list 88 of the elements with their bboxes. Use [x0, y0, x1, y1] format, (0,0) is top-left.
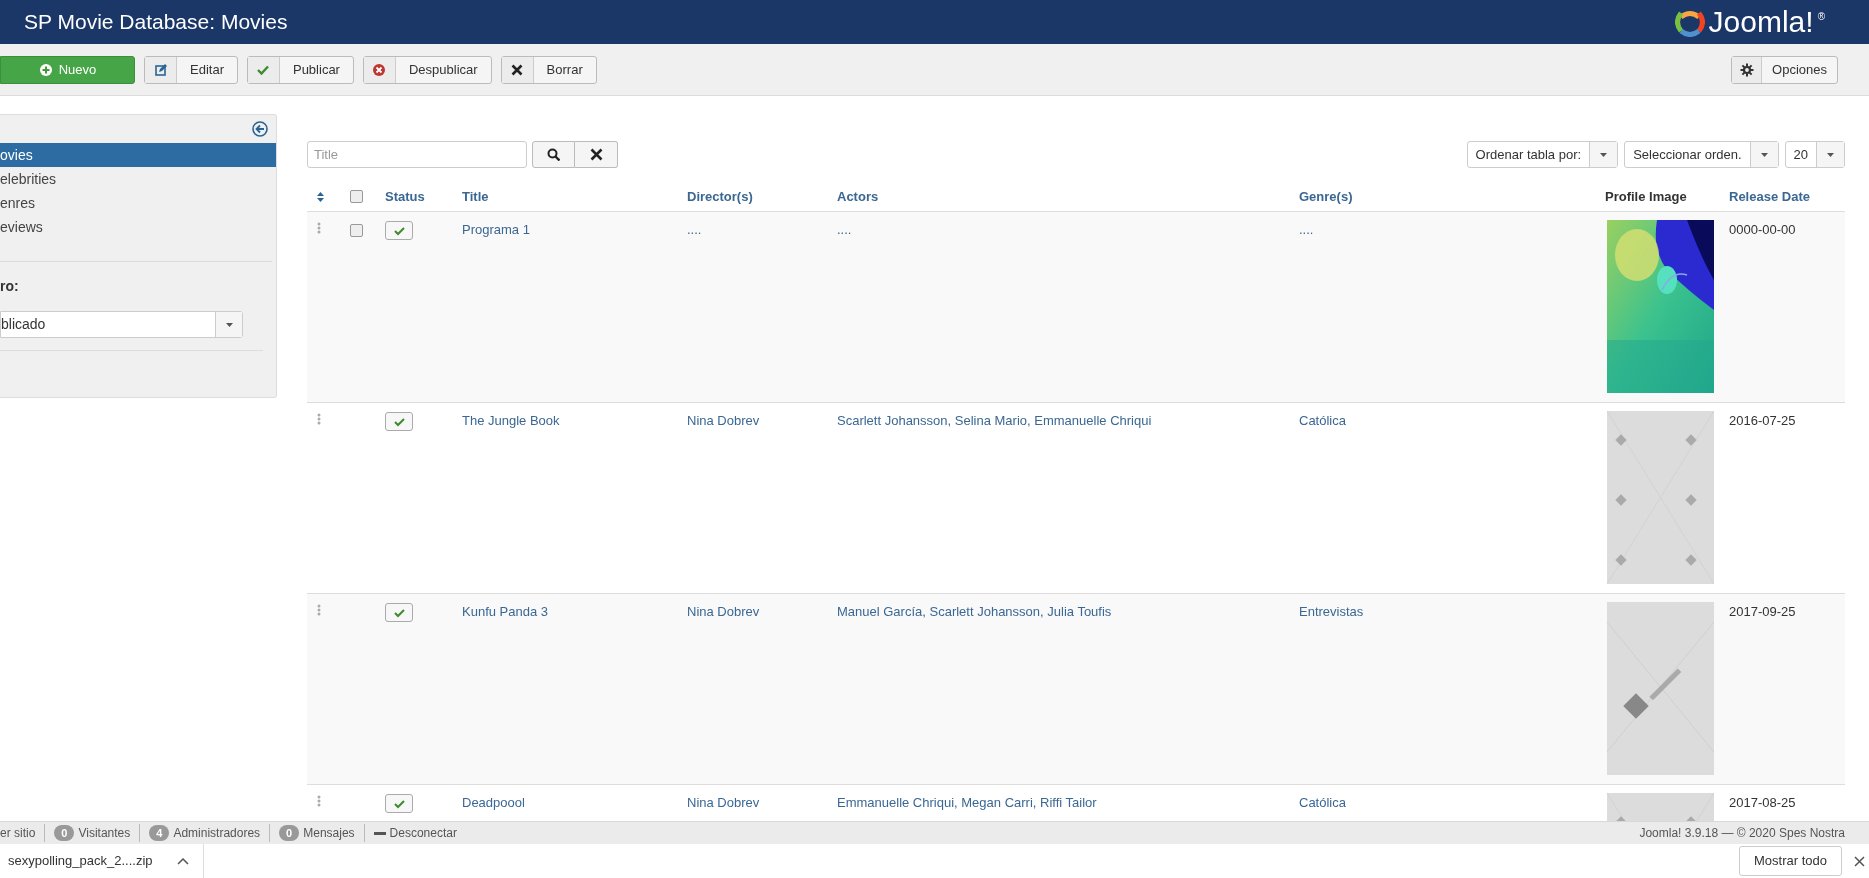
drag-handle-icon [317, 604, 321, 616]
close-icon [589, 148, 603, 161]
search-button[interactable] [532, 141, 575, 168]
movie-name-link[interactable]: Programa 1 [462, 222, 530, 237]
show-all-button[interactable]: Mostrar todo [1739, 846, 1842, 876]
check-icon [393, 225, 405, 236]
sort-select[interactable]: 20 [1784, 141, 1845, 168]
clear-button[interactable] [575, 141, 618, 168]
footer-label[interactable]: Visitantes [78, 824, 131, 842]
column-header-link[interactable]: Status [385, 188, 425, 204]
caret-icon [1600, 152, 1608, 157]
check-icon [393, 607, 405, 618]
footer-link[interactable]: Desconectar [389, 824, 457, 842]
footer-link[interactable]: er sitio [0, 824, 36, 842]
edit-icon [153, 62, 168, 77]
logo-text: Joomla! [1708, 7, 1814, 37]
status-toggle[interactable] [385, 603, 413, 622]
status-toggle[interactable] [385, 794, 413, 813]
sort-icon [317, 191, 324, 202]
filter-select[interactable]: blicado [0, 311, 243, 338]
filter-label: ro: [0, 277, 20, 296]
registered-mark: ® [1817, 10, 1825, 24]
drag-handle-icon [317, 795, 321, 807]
sort-select[interactable]: Seleccionar orden. [1624, 141, 1779, 168]
page-title: SP Movie Database: Movies [24, 9, 288, 36]
table-cell: 2017-09-25 [1729, 604, 1796, 619]
caret-icon [1827, 152, 1834, 157]
table-cell: Entrevistas [1299, 604, 1364, 619]
drag-handle-icon [317, 222, 321, 234]
column-header-link[interactable]: Director(s) [687, 188, 753, 204]
table-cell: Nina Dobrev [687, 795, 760, 810]
collapse-arrow-icon [252, 121, 268, 137]
settings-icon [1739, 62, 1754, 77]
minus-icon [373, 831, 386, 835]
column-header-link[interactable]: Genre(s) [1299, 188, 1353, 204]
checkbox[interactable] [350, 224, 363, 237]
table-cell: .... [837, 222, 852, 237]
table-cell: 2016-07-25 [1729, 413, 1796, 428]
footer-label[interactable]: Administradores [173, 824, 261, 842]
checkbox[interactable] [350, 190, 363, 203]
plus-circle-icon [38, 62, 53, 77]
version-text: Joomla! 3.9.18 — © 2020 Spes Nostra [1639, 825, 1845, 842]
download-item[interactable]: sexypolling_pack_2....zip [0, 844, 204, 878]
table-cell: Manuel García, Scarlett Johansson, Julia Toufis [837, 604, 1112, 619]
table-cell: 2017-08-25 [1729, 795, 1796, 810]
movie-name-link[interactable]: Kunfu Panda 3 [462, 604, 549, 619]
options-button[interactable]: Opciones [1731, 55, 1838, 84]
table-cell: Emmanuelle Chriqui, Megan Carri, Riffi Tailor [837, 795, 1097, 810]
sort-select[interactable]: Ordenar tabla por: [1466, 141, 1619, 168]
table-cell: Católica [1299, 795, 1346, 810]
table-cell: .... [1299, 222, 1314, 237]
table-cell: Scarlett Johansson, Selina Mario, Emmanuelle Chriqui [837, 413, 1152, 428]
column-header-link[interactable]: Title [462, 188, 489, 204]
count-badge: 0 [279, 825, 300, 841]
table-cell: Nina Dobrev [687, 604, 760, 619]
caret-icon [225, 322, 233, 327]
close-icon [1854, 855, 1865, 867]
caret-up-icon [176, 857, 189, 865]
column-header: Profile Image [1605, 188, 1687, 204]
sidebar-item[interactable]: ovies [0, 143, 276, 167]
check-icon [393, 416, 405, 427]
status-toggle[interactable] [385, 221, 413, 240]
close-icon [510, 62, 525, 77]
toolbar-button[interactable]: Editar [144, 55, 238, 84]
search-icon [547, 148, 560, 161]
toolbar-button[interactable]: Publicar [246, 55, 354, 84]
column-header-link[interactable]: Release Date [1729, 188, 1810, 204]
sidebar-item[interactable]: enres [0, 191, 276, 215]
check-icon [393, 798, 405, 809]
search-field[interactable]: Title [307, 141, 527, 168]
movie-name-link[interactable]: The Jungle Book [462, 413, 560, 428]
table-cell: 0000-00-00 [1729, 222, 1796, 237]
toolbar-button[interactable]: Despublicar [362, 55, 492, 84]
table-cell: Nina Dobrev [687, 413, 760, 428]
footer-label[interactable]: Mensajes [303, 824, 355, 842]
cross-circle-icon [372, 62, 387, 77]
caret-icon [1760, 152, 1768, 157]
toolbar-button[interactable]: Borrar [500, 55, 597, 84]
count-badge: 4 [149, 825, 170, 841]
sidebar-item[interactable]: eviews [0, 215, 276, 239]
sidebar-item[interactable]: elebrities [0, 167, 276, 191]
column-header-link[interactable]: Actors [837, 188, 879, 204]
table-cell: .... [687, 222, 702, 237]
movie-name-link[interactable]: Deadpoool [462, 795, 525, 810]
table-cell: Católica [1299, 413, 1346, 428]
count-badge: 0 [54, 825, 75, 841]
status-toggle[interactable] [385, 412, 413, 431]
drag-handle-icon [317, 413, 321, 425]
